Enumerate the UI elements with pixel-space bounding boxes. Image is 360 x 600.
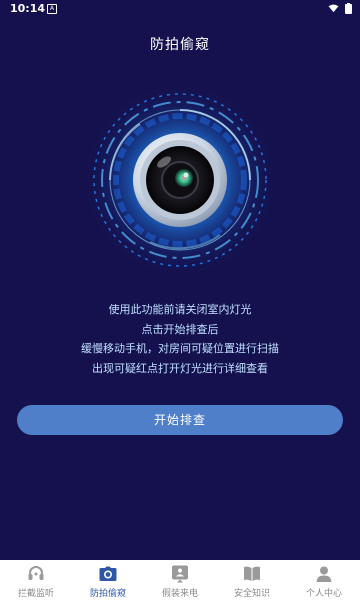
tab-label: 防拍偷窥	[89, 589, 126, 599]
bottom-tab-bar: 拦截监听 防拍偷窥 假装来电 安全知识 个人中心	[0, 560, 360, 600]
page-title: 防拍偷窥	[150, 37, 210, 53]
instruction-line: 出现可疑红点打开灯光进行详细查看	[92, 361, 268, 375]
tab-label: 安全知识	[233, 589, 270, 599]
person-icon	[316, 566, 332, 582]
status-bar: 10:14 A	[0, 0, 360, 18]
phone-card-icon	[172, 565, 188, 583]
tab-label: 假装来电	[161, 589, 198, 599]
headset-icon	[28, 566, 44, 580]
book-icon	[244, 566, 260, 581]
tab-personal-center[interactable]: 个人中心	[288, 560, 360, 600]
camera-lens-illustration	[82, 82, 278, 278]
tab-label: 个人中心	[305, 589, 342, 599]
tab-safety-knowledge[interactable]: 安全知识	[216, 560, 288, 600]
tab-fake-call[interactable]: 假装来电	[144, 560, 216, 600]
instruction-line: 使用此功能前请关闭室内灯光	[108, 303, 252, 316]
status-icons	[328, 3, 352, 14]
battery-icon	[345, 3, 352, 14]
status-time: 10:14	[10, 2, 46, 15]
tab-intercept-monitor[interactable]: 拦截监听	[0, 560, 72, 600]
instruction-line: 缓慢移动手机，对房间可疑位置进行扫描	[81, 342, 279, 355]
camera-icon	[99, 566, 117, 581]
instruction-line: 点击开始排查后	[141, 322, 219, 336]
start-scan-button[interactable]: 开始排查	[17, 405, 343, 435]
wifi-icon	[328, 4, 339, 13]
notification-badge-icon: A	[47, 4, 57, 14]
instructions: 使用此功能前请关闭室内灯光 点击开始排查后 缓慢移动手机，对房间可疑位置进行扫描…	[0, 300, 360, 378]
tab-label: 拦截监听	[17, 589, 54, 599]
tab-anti-spy-camera[interactable]: 防拍偷窥	[72, 560, 144, 600]
